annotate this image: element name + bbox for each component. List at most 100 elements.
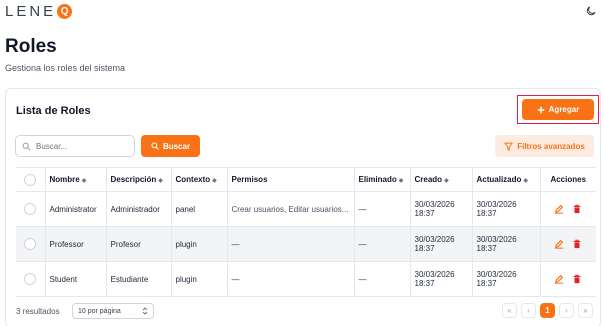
- table-row: Student Estudiante plugin — — 30/03/2026…: [16, 261, 596, 297]
- row-select-cell[interactable]: [16, 226, 46, 262]
- sort-icon: ◆: [444, 178, 449, 184]
- cell-acciones: [540, 191, 596, 227]
- column-header-descripcion[interactable]: Descripción ◆: [106, 167, 172, 192]
- column-header-creado[interactable]: Creado ◆: [410, 167, 473, 192]
- add-button-label: Agregar: [548, 105, 580, 114]
- page-subtitle: Gestiona los roles del sistema: [5, 63, 126, 73]
- row-select-cell[interactable]: [16, 191, 46, 227]
- next-page-button[interactable]: ›: [559, 303, 574, 318]
- select-all-cell[interactable]: [16, 167, 46, 192]
- cell-creado: 30/03/2026 18:37: [410, 261, 473, 297]
- column-header-actualizado[interactable]: Actualizado ◆: [472, 167, 541, 192]
- edit-icon[interactable]: [554, 239, 564, 249]
- cell-actualizado: 30/03/2026 18:37: [472, 226, 541, 262]
- created-time: 18:37: [414, 209, 435, 218]
- chevron-updown-icon: [142, 307, 148, 315]
- page-button-current[interactable]: 1: [540, 303, 555, 318]
- updated-date: 30/03/2026: [476, 270, 517, 279]
- roles-table: Nombre ◆ Descripción ◆ Contexto ◆ Permisos …: [16, 167, 596, 297]
- row-checkbox[interactable]: [24, 203, 37, 215]
- last-page-button[interactable]: »: [578, 303, 593, 318]
- table-footer: 3 resultados 10 por página « ‹ 1 › »: [16, 301, 596, 321]
- table-row: Administrator Administrador panel Crear …: [16, 191, 596, 227]
- logo-text: LENE: [5, 3, 57, 20]
- search-input[interactable]: [36, 141, 126, 151]
- sort-icon: ◆: [523, 178, 529, 184]
- cell-actualizado: 30/03/2026 18:37: [472, 191, 541, 227]
- filters-button-label: Filtros avanzados: [517, 141, 585, 151]
- cell-creado: 30/03/2026 18:37: [410, 191, 473, 227]
- search-icon: [22, 142, 31, 151]
- row-checkbox[interactable]: [24, 238, 37, 250]
- pagination: « ‹ 1 › »: [502, 303, 593, 318]
- cell-permisos: —: [227, 226, 355, 262]
- cell-contexto: plugin: [171, 226, 228, 262]
- column-header-contexto[interactable]: Contexto ◆: [171, 167, 228, 192]
- updated-time: 18:37: [476, 209, 497, 218]
- sort-icon: ◆: [158, 178, 163, 184]
- results-count: 3 resultados: [16, 307, 60, 316]
- cell-acciones: [540, 226, 596, 262]
- delete-icon[interactable]: [572, 239, 582, 249]
- add-role-button[interactable]: Agregar: [522, 99, 594, 120]
- app-logo[interactable]: LENE Q: [5, 3, 73, 20]
- select-all-checkbox[interactable]: [24, 173, 37, 186]
- roles-card: Lista de Roles Agregar Buscar Filtros av…: [5, 88, 601, 326]
- search-box[interactable]: [15, 135, 135, 157]
- column-header-eliminado[interactable]: Eliminado ◆: [354, 167, 411, 192]
- cell-permisos: Crear usuarios, Editar usuarios...: [227, 191, 355, 227]
- cell-contexto: panel: [171, 191, 228, 227]
- per-page-select[interactable]: 10 por página: [72, 303, 154, 319]
- cell-creado: 30/03/2026 18:37: [410, 226, 473, 262]
- cell-nombre: Student: [45, 261, 107, 297]
- cell-contexto: plugin: [171, 261, 228, 297]
- card-title: Lista de Roles: [16, 105, 91, 117]
- cell-actualizado: 30/03/2026 18:37: [472, 261, 541, 297]
- column-header-nombre[interactable]: Nombre ◆: [45, 167, 107, 192]
- sort-icon: ◆: [212, 178, 217, 184]
- moon-icon[interactable]: [585, 5, 597, 17]
- edit-icon[interactable]: [554, 274, 564, 284]
- search-icon: [151, 142, 159, 150]
- column-header-permisos: Permisos: [227, 167, 355, 192]
- sort-icon: ◆: [81, 178, 87, 184]
- created-date: 30/03/2026: [414, 200, 455, 209]
- updated-time: 18:37: [476, 244, 497, 253]
- plus-icon: [537, 106, 544, 113]
- cell-nombre: Professor: [45, 226, 107, 262]
- created-time: 18:37: [414, 244, 435, 253]
- cell-descripcion: Estudiante: [106, 261, 172, 297]
- updated-date: 30/03/2026: [476, 200, 517, 209]
- table-header-row: Nombre ◆ Descripción ◆ Contexto ◆ Permisos …: [16, 167, 596, 192]
- column-header-acciones: Acciones: [540, 167, 596, 192]
- cell-descripcion: Administrador: [106, 191, 172, 227]
- per-page-value: 10 por página: [78, 307, 121, 315]
- created-date: 30/03/2026: [414, 235, 455, 244]
- cell-permisos: —: [227, 261, 355, 297]
- logo-mark: Q: [57, 4, 73, 19]
- updated-date: 30/03/2026: [476, 235, 517, 244]
- delete-icon[interactable]: [572, 204, 582, 214]
- search-button-label: Buscar: [162, 141, 191, 151]
- updated-time: 18:37: [476, 279, 497, 288]
- filter-icon: [504, 142, 513, 151]
- delete-icon[interactable]: [572, 274, 582, 284]
- advanced-filters-button[interactable]: Filtros avanzados: [495, 135, 594, 157]
- cell-descripcion: Profesor: [106, 226, 172, 262]
- cell-nombre: Administrator: [45, 191, 107, 227]
- cell-eliminado: —: [354, 226, 411, 262]
- search-button[interactable]: Buscar: [141, 135, 200, 157]
- top-bar: LENE Q: [0, 0, 603, 26]
- page-title: Roles: [5, 36, 57, 57]
- cell-eliminado: —: [354, 261, 411, 297]
- created-date: 30/03/2026: [414, 270, 455, 279]
- table-row: Professor Profesor plugin — — 30/03/2026…: [16, 226, 596, 262]
- cell-eliminado: —: [354, 191, 411, 227]
- sort-icon: ◆: [398, 178, 404, 184]
- row-checkbox[interactable]: [24, 273, 37, 285]
- row-select-cell[interactable]: [16, 261, 46, 297]
- prev-page-button[interactable]: ‹: [521, 303, 536, 318]
- first-page-button[interactable]: «: [502, 303, 517, 318]
- created-time: 18:37: [414, 279, 435, 288]
- edit-icon[interactable]: [554, 204, 564, 214]
